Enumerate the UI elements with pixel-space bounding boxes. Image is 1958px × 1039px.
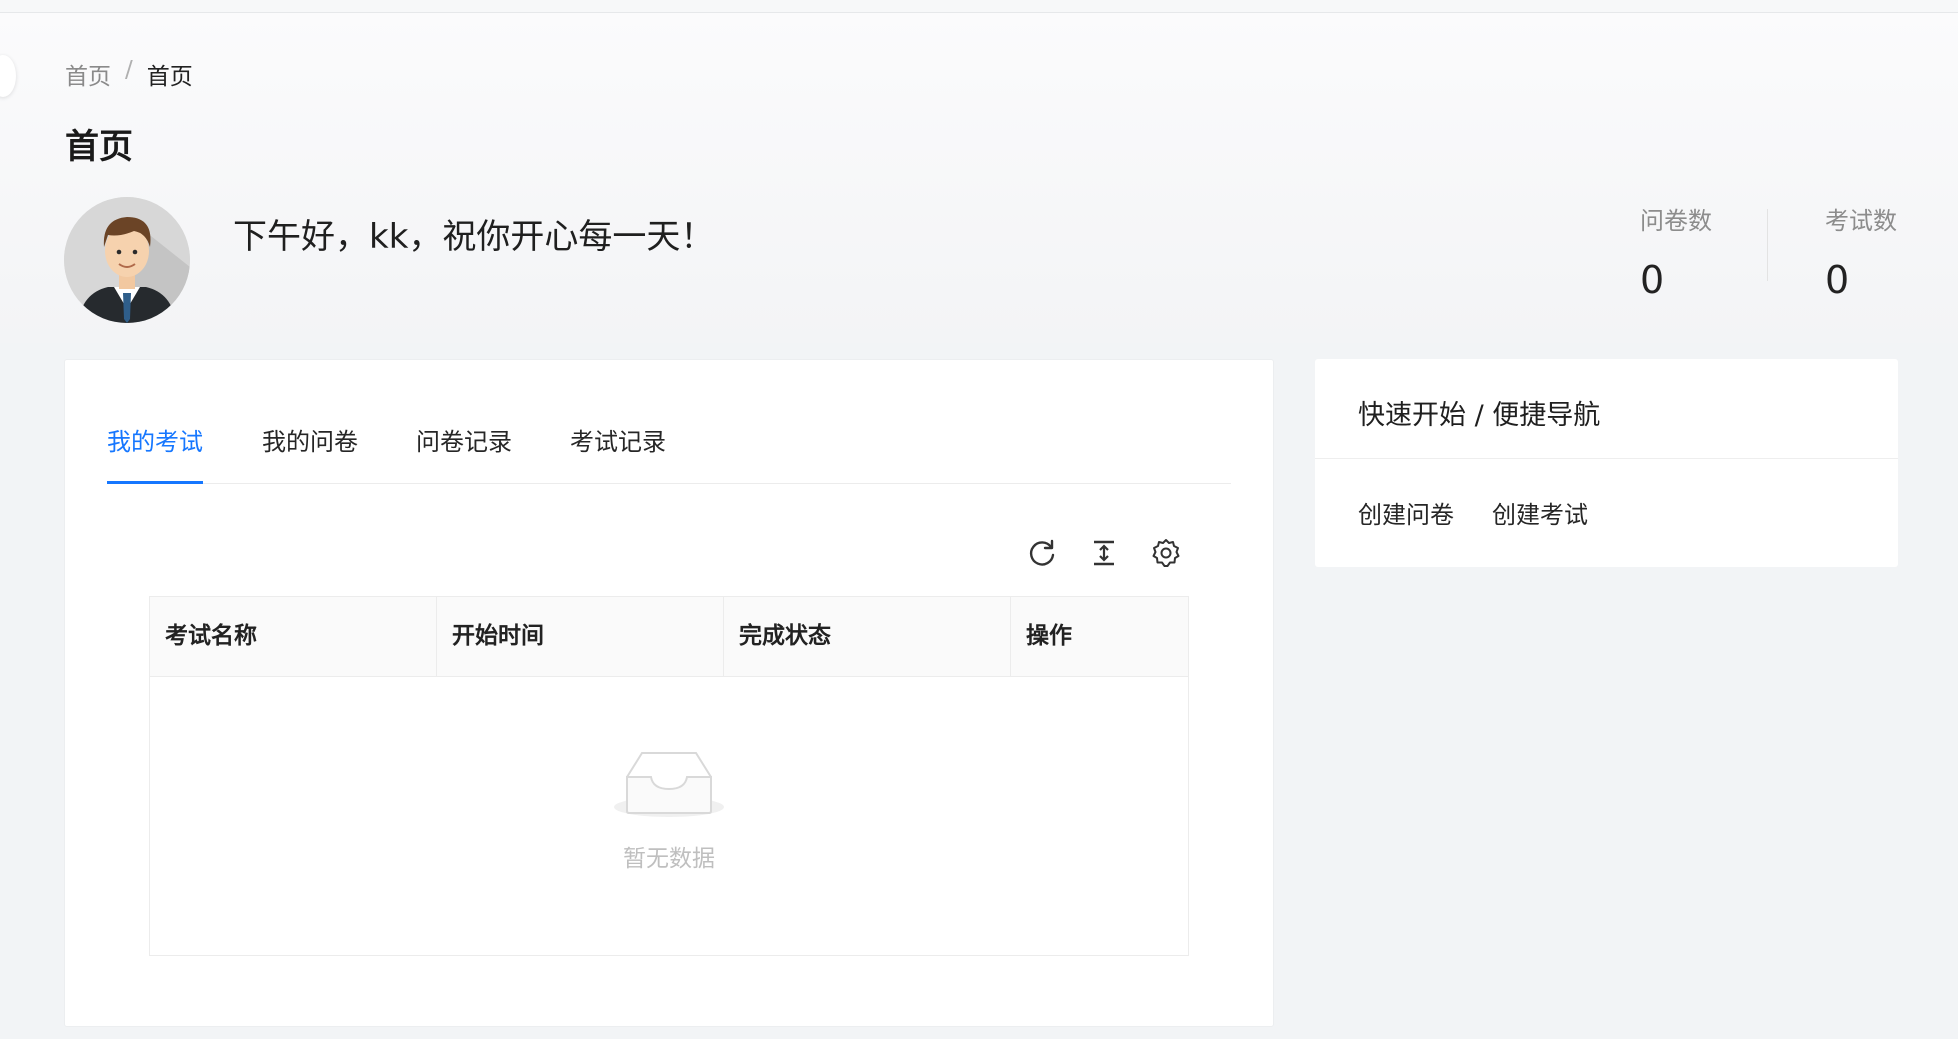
stat-questionnaire-count: 问卷数 0	[1640, 201, 1712, 302]
create-exam-link[interactable]: 创建考试	[1492, 495, 1588, 530]
column-header-start-time[interactable]: 开始时间	[437, 597, 724, 676]
breadcrumb-current: 首页	[146, 64, 193, 90]
table-toolbar	[1025, 536, 1183, 570]
breadcrumb: 首页 / 首页	[65, 57, 193, 91]
breadcrumb-separator: /	[125, 57, 133, 83]
column-header-actions: 操作	[1026, 623, 1072, 649]
empty-state: 暂无数据	[150, 747, 1188, 873]
sidebar-collapse-handle[interactable]	[0, 55, 16, 97]
records-card: 我的考试 我的问卷 问卷记录 考试记录 考试名称 开始时间 完成状态 操作 暂无…	[64, 359, 1274, 1027]
exam-table: 考试名称 开始时间 完成状态 操作 暂无数据	[149, 596, 1189, 956]
column-height-icon[interactable]	[1087, 536, 1121, 570]
table-header: 考试名称 开始时间 完成状态 操作	[150, 597, 1188, 677]
quick-nav-card: 快速开始 / 便捷导航 创建问卷 创建考试	[1315, 359, 1898, 567]
divider	[1315, 458, 1898, 459]
avatar-person-icon	[64, 197, 190, 323]
stat-label: 考试数	[1825, 207, 1897, 235]
column-header-exam-name[interactable]: 考试名称	[150, 597, 437, 676]
reload-icon[interactable]	[1025, 536, 1059, 570]
stat-value: 0	[1825, 258, 1850, 302]
quick-nav-title: 快速开始 / 便捷导航	[1358, 400, 1601, 431]
stat-divider	[1767, 209, 1768, 281]
empty-inbox-icon	[614, 752, 724, 817]
create-questionnaire-link[interactable]: 创建问卷	[1358, 495, 1454, 530]
breadcrumb-home-link[interactable]: 首页	[65, 57, 111, 91]
tab-my-questionnaires[interactable]: 我的问卷	[262, 420, 358, 483]
empty-text: 暂无数据	[623, 846, 715, 872]
stat-value: 0	[1640, 258, 1665, 302]
stat-exam-count: 考试数 0	[1825, 201, 1897, 302]
page-title: 首页	[65, 127, 133, 167]
tab-bar: 我的考试 我的问卷 问卷记录 考试记录	[107, 420, 1231, 484]
tab-questionnaire-records[interactable]: 问卷记录	[416, 420, 512, 483]
page-header: 首页 / 首页 首页 下午好，kk，祝你开心每一天！ 问卷数 0 考试数 0	[0, 13, 1958, 343]
top-bar	[0, 0, 1958, 13]
tab-exam-records[interactable]: 考试记录	[570, 420, 666, 483]
avatar	[64, 197, 190, 323]
stat-label: 问卷数	[1640, 207, 1712, 235]
greeting-text: 下午好，kk，祝你开心每一天！	[233, 217, 715, 257]
tab-my-exams[interactable]: 我的考试	[107, 420, 203, 484]
setting-icon[interactable]	[1149, 536, 1183, 570]
column-header-status[interactable]: 完成状态	[724, 597, 1011, 676]
quick-nav-links: 创建问卷 创建考试	[1358, 495, 1588, 530]
